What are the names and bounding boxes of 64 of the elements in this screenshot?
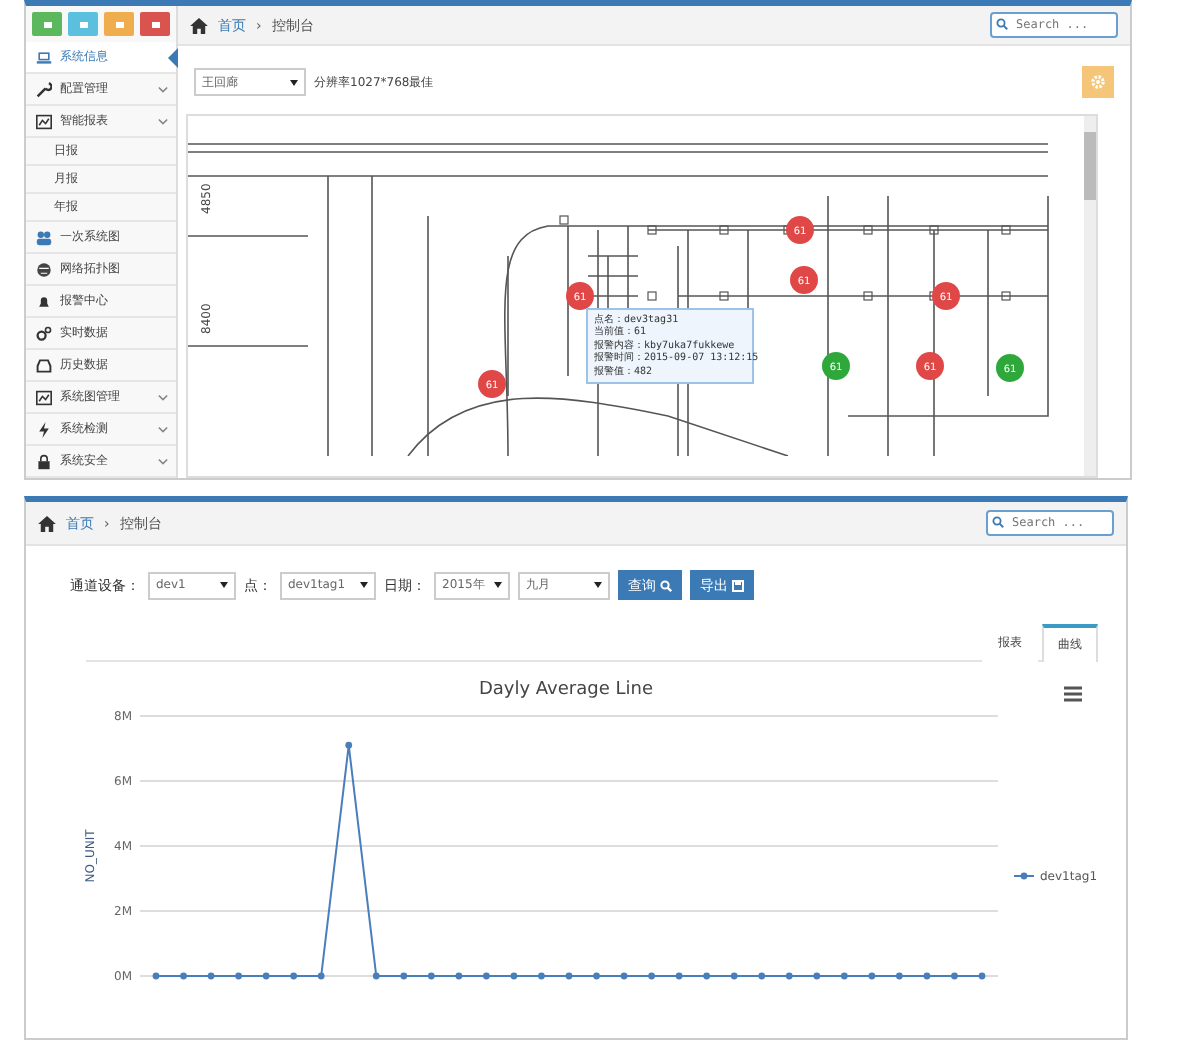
shortcut-button[interactable] [140,12,170,36]
data-point [317,972,325,980]
save-icon [732,579,744,591]
lock-icon [36,453,52,469]
shortcut-icon [41,19,53,29]
data-point [262,972,270,980]
chart-title: Dayly Average Line [478,680,654,700]
caret-icon [494,582,502,588]
caret-icon [220,582,228,588]
data-point [180,972,187,980]
data-point [978,972,986,980]
gears-icon [36,325,52,341]
settings-button[interactable] [1082,66,1114,98]
shortcut-button[interactable] [68,12,98,36]
data-point [427,972,435,980]
data-point [400,972,408,980]
data-point [372,972,380,980]
data-point [345,741,353,749]
data-point [565,972,573,980]
users-icon [36,229,52,245]
chart-icon [36,113,52,129]
legend-icon [1013,872,1035,880]
data-point [785,972,793,980]
home-icon [190,17,208,33]
data-point [235,972,242,980]
data-point [152,972,160,980]
inbox-icon [36,357,52,373]
settings-icon [1090,74,1106,90]
shortcut-icon [113,19,125,29]
data-point [538,972,545,980]
caret-icon [360,582,368,588]
data-point [923,972,931,980]
data-point [593,972,600,980]
laptop-icon [36,49,52,65]
bell-icon [36,293,52,309]
data-point [483,972,490,980]
chart-icon [36,389,52,405]
data-point [951,972,958,980]
caret-icon [594,582,602,588]
data-point [510,972,518,980]
data-point [675,972,683,980]
shortcut-icon [149,19,161,29]
shortcut-icon [77,19,89,29]
scrollbar[interactable] [1084,116,1096,476]
caret-icon [290,79,298,85]
data-point [840,972,848,980]
data-point [648,972,655,980]
data-point [730,972,738,980]
home-icon [38,515,56,531]
data-point [758,972,766,980]
data-point [868,972,876,980]
data-point [813,972,821,980]
menu-icon[interactable] [1062,686,1084,702]
shortcut-button[interactable] [104,12,134,36]
data-point [290,972,298,980]
data-point [703,972,711,980]
data-point [620,972,628,980]
shortcut-button[interactable] [32,12,62,36]
wrench-icon [36,81,52,97]
bolt-icon [36,421,52,437]
data-point [207,972,215,980]
data-point [896,972,903,980]
search-icon [660,579,672,591]
data-point [455,972,463,980]
